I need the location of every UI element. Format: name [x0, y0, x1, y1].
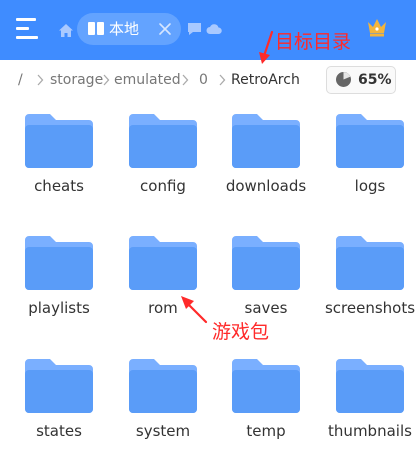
- folder-label: config: [140, 177, 186, 195]
- cloud-icon[interactable]: [206, 23, 222, 35]
- folder-item[interactable]: logs: [318, 112, 416, 212]
- home-icon[interactable]: [57, 22, 75, 40]
- breadcrumb-item-emulated[interactable]: emulated: [114, 71, 181, 89]
- top-app-bar: 本地: [0, 0, 416, 60]
- chevron-right-icon: [103, 74, 110, 86]
- chevron-right-icon: [37, 74, 44, 86]
- folder-item[interactable]: screenshots: [318, 234, 416, 334]
- folder-label: logs: [354, 177, 386, 195]
- folder-icon: [25, 236, 93, 290]
- folder-label: states: [36, 422, 82, 440]
- folder-icon: [129, 236, 197, 290]
- folder-label: playlists: [28, 299, 90, 317]
- folder-icon: [232, 236, 300, 290]
- close-icon[interactable]: [158, 22, 172, 36]
- folder-icon: [336, 236, 404, 290]
- menu-icon[interactable]: [16, 16, 38, 40]
- breadcrumb-root[interactable]: /: [18, 71, 23, 89]
- storage-usage-text: 65%: [358, 72, 392, 88]
- folder-label: cheats: [34, 177, 84, 195]
- annotation-game-pack: 游戏包: [212, 321, 270, 343]
- tab-local[interactable]: 本地: [77, 13, 181, 45]
- folder-label: screenshots: [324, 299, 416, 317]
- folder-label: thumbnails: [328, 422, 412, 440]
- folder-item[interactable]: playlists: [7, 234, 111, 334]
- folder-item[interactable]: downloads: [214, 112, 318, 212]
- folder-item[interactable]: saves: [214, 234, 318, 334]
- pie-chart-icon: [336, 72, 351, 87]
- crown-icon[interactable]: [366, 16, 388, 38]
- folder-icon: [25, 114, 93, 168]
- folder-icon: [129, 114, 197, 168]
- tab-label: 本地: [109, 20, 140, 38]
- folder-label: downloads: [225, 177, 307, 195]
- folder-icon: [232, 359, 300, 413]
- breadcrumb-item-storage[interactable]: storage: [50, 71, 103, 89]
- annotation-arrow-icon: [259, 30, 274, 64]
- folder-label: temp: [246, 422, 286, 440]
- annotation-target-dir: 目标目录: [275, 31, 352, 53]
- folder-item[interactable]: states: [7, 357, 111, 457]
- breadcrumb-item-retroarch[interactable]: RetroArch: [231, 71, 300, 89]
- folder-label: system: [135, 422, 191, 440]
- folder-item[interactable]: cheats: [7, 112, 111, 212]
- storage-usage-badge[interactable]: 65%: [326, 66, 396, 94]
- chevron-right-icon: [182, 74, 189, 86]
- annotation-arrow-icon: [181, 296, 208, 324]
- chevron-right-icon: [219, 74, 226, 86]
- chat-icon[interactable]: [187, 22, 202, 36]
- folder-icon: [336, 114, 404, 168]
- breadcrumb-item-0[interactable]: 0: [199, 71, 208, 89]
- book-icon: [88, 22, 104, 35]
- folder-item[interactable]: config: [111, 112, 215, 212]
- folder-icon: [232, 114, 300, 168]
- folder-icon: [336, 359, 404, 413]
- folder-label: saves: [244, 299, 288, 317]
- folder-item[interactable]: system: [111, 357, 215, 457]
- folder-icon: [129, 359, 197, 413]
- folder-item[interactable]: temp: [214, 357, 318, 457]
- folder-icon: [25, 359, 93, 413]
- folder-item[interactable]: thumbnails: [318, 357, 416, 457]
